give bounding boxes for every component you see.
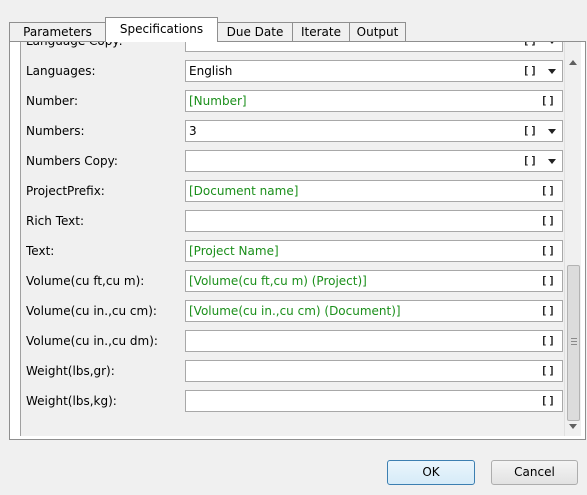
spec-row-label: Text: (26, 244, 55, 258)
spec-value-field[interactable]: [Number] [] (185, 90, 563, 112)
spec-row-label: Languages: (26, 64, 96, 78)
spec-value-text: [Volume(cu ft,cu m) (Project)] (189, 274, 367, 288)
brackets-icon[interactable]: [] (541, 301, 556, 321)
spec-row-label: Volume(cu in.,cu cm): (26, 304, 157, 318)
spec-value-field[interactable]: [] (185, 330, 563, 352)
spec-row-label: Rich Text: (26, 214, 85, 228)
spec-value-field[interactable]: [Volume(cu ft,cu m) (Project)] [] (185, 270, 563, 292)
spec-row: Rich Text: [] (21, 206, 564, 236)
spec-value-dropdown[interactable]: English [] (185, 60, 563, 82)
specifications-grid: Language Copy:[]Languages:English[]Numbe… (20, 42, 564, 436)
spec-row-label: Weight(lbs,gr): (26, 364, 115, 378)
spec-row: Volume(cu in.,cu cm): [Volume(cu in.,cu c… (21, 296, 564, 326)
spec-row-label: Number: (26, 94, 79, 108)
brackets-icon[interactable]: [] (541, 211, 556, 231)
tab-parameters[interactable]: Parameters (9, 22, 106, 42)
spec-value-dropdown[interactable]: 3 [] (185, 120, 563, 142)
spec-value-text: [Volume(cu in.,cu cm) (Document)] (189, 304, 401, 318)
spec-row: Volume(cu in.,cu dm): [] (21, 326, 564, 356)
chevron-down-icon[interactable] (548, 42, 556, 44)
spec-row-label: Volume(cu in.,cu dm): (26, 334, 158, 348)
tab-iterate[interactable]: Iterate (292, 22, 350, 42)
spec-row: Numbers Copy: [] (21, 146, 564, 176)
spec-row: Weight(lbs,kg): [] (21, 386, 564, 416)
spec-row-label: Language Copy: (26, 42, 178, 56)
spec-row-label: Volume(cu ft,cu m): (26, 274, 145, 288)
chevron-down-icon[interactable] (548, 69, 556, 74)
brackets-icon[interactable]: [] (541, 181, 556, 201)
brackets-icon[interactable]: [] (541, 271, 556, 291)
spec-row: Languages: English [] (21, 56, 564, 86)
chevron-down-icon[interactable] (548, 159, 556, 164)
spec-value-field[interactable]: [] (185, 360, 563, 382)
spec-value-dropdown[interactable]: [] (185, 42, 563, 52)
scroll-thumb[interactable] (567, 265, 580, 421)
brackets-icon[interactable]: [] (541, 361, 556, 381)
spec-row: Number: [Number] [] (21, 86, 564, 116)
spec-row: ProjectPrefix: [Document name] [] (21, 176, 564, 206)
brackets-icon[interactable]: [] (541, 91, 556, 111)
spec-row-label: ProjectPrefix: (26, 184, 105, 198)
brackets-icon[interactable]: [] (523, 61, 538, 81)
grip-line-icon (571, 341, 577, 342)
spec-value-field[interactable]: [Project Name] [] (185, 240, 563, 262)
spec-value-text: [Number] (189, 94, 247, 108)
tab-due-date[interactable]: Due Date (217, 22, 293, 42)
brackets-icon[interactable]: [] (541, 331, 556, 351)
vertical-scrollbar[interactable] (564, 42, 581, 436)
grip-line-icon (571, 338, 577, 339)
ok-button[interactable]: OK (387, 460, 475, 485)
spec-value-text: English (189, 64, 233, 78)
brackets-icon[interactable]: [] (523, 151, 538, 171)
scroll-down-icon[interactable] (569, 424, 577, 429)
grip-line-icon (571, 344, 577, 345)
spec-row-label: Numbers: (26, 124, 85, 138)
tab-output[interactable]: Output (349, 22, 406, 42)
spec-value-text: 3 (189, 124, 197, 138)
spec-row: Text: [Project Name] [] (21, 236, 564, 266)
cancel-button[interactable]: Cancel (491, 460, 578, 485)
chevron-down-icon[interactable] (548, 129, 556, 134)
brackets-icon[interactable]: [] (523, 42, 538, 51)
spec-row: Weight(lbs,gr): [] (21, 356, 564, 386)
spec-row: Language Copy: [] (21, 42, 564, 56)
brackets-icon[interactable]: [] (541, 391, 556, 411)
brackets-icon[interactable]: [] (541, 241, 556, 261)
spec-value-field[interactable]: [] (185, 210, 563, 232)
spec-value-text: [Document name] (189, 184, 299, 198)
spec-row-label: Weight(lbs,kg): (26, 394, 117, 408)
spec-value-dropdown[interactable]: [] (185, 150, 563, 172)
brackets-icon[interactable]: [] (523, 121, 538, 141)
spec-value-field[interactable]: [Volume(cu in.,cu cm) (Document)] [] (185, 300, 563, 322)
spec-value-field[interactable]: [] (185, 390, 563, 412)
specifications-rows: Language Copy:[]Languages:English[]Numbe… (21, 42, 564, 416)
spec-value-text: [Project Name] (189, 244, 279, 258)
spec-row: Volume(cu ft,cu m): [Volume(cu ft,cu m) (… (21, 266, 564, 296)
spec-row-label: Numbers Copy: (26, 154, 118, 168)
spec-value-field[interactable]: [Document name] [] (185, 180, 563, 202)
spec-row: Numbers: 3 [] (21, 116, 564, 146)
scroll-up-icon[interactable] (569, 60, 577, 65)
tab-specifications[interactable]: Specifications (105, 17, 218, 42)
